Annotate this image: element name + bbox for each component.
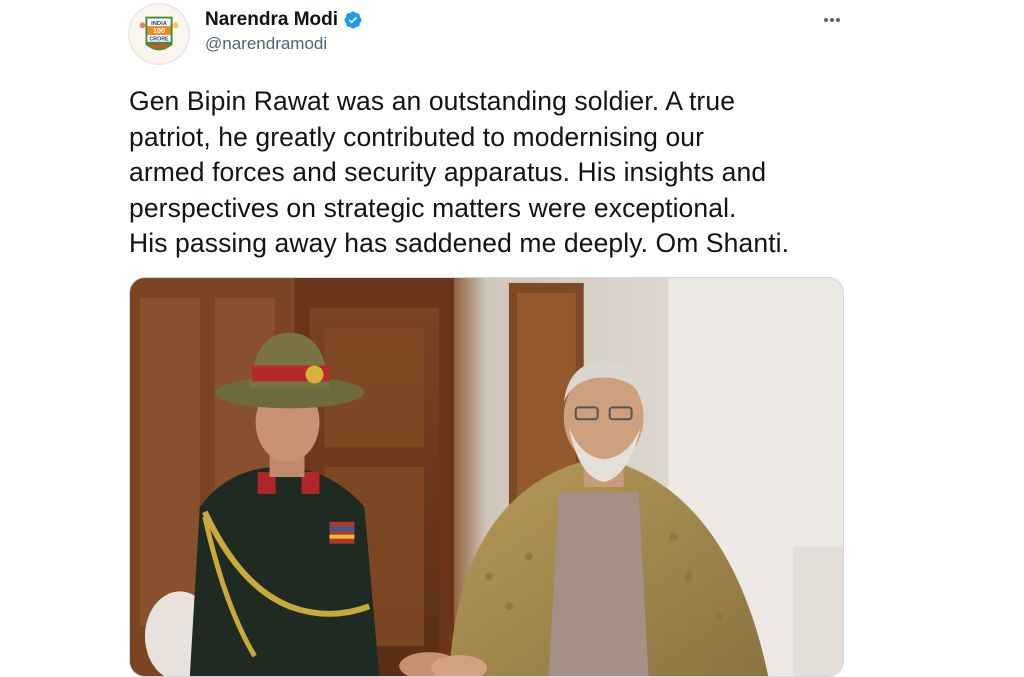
tweet-card: INDIA 100 CRORE Narendra Modi @narendram… (0, 0, 1024, 677)
author-name-row: Narendra Modi (205, 8, 363, 32)
more-options-icon[interactable] (815, 6, 849, 34)
tweet-text-line: Gen Bipin Rawat was an outstanding soldi… (129, 86, 736, 116)
avatar-text-mid: 100 (153, 26, 165, 35)
tweet-photo[interactable] (129, 277, 844, 677)
verified-badge-icon (343, 10, 363, 30)
tweet-text-line: perspectives on strategic matters were e… (129, 192, 737, 223)
avatar-logo: INDIA 100 CRORE (129, 4, 189, 64)
tweet-text: Gen Bipin Rawat was an outstanding soldi… (129, 84, 849, 262)
photo-handshake-illustration (130, 278, 843, 676)
tweet-text-line: His passing away has saddened me deeply.… (129, 228, 790, 258)
author-display-name[interactable]: Narendra Modi (205, 9, 338, 31)
tweet-text-line: armed forces and security apparatus. His… (129, 157, 767, 187)
avatar-text-bottom: CRORE (149, 36, 169, 42)
tweet-text-line: patriot, he greatly contributed to moder… (129, 121, 705, 152)
author-avatar[interactable]: INDIA 100 CRORE (128, 3, 190, 65)
author-handle[interactable]: @narendramodi (205, 34, 327, 54)
